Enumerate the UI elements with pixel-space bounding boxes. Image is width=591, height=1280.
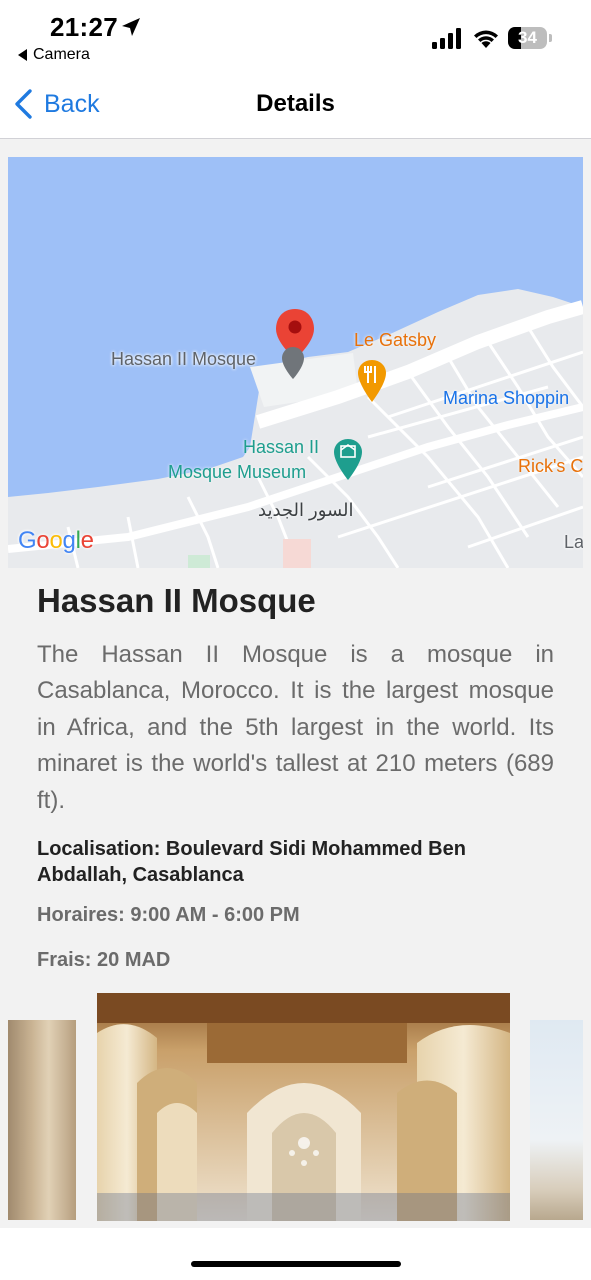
google-logo: Google: [18, 527, 94, 554]
home-indicator[interactable]: [191, 1261, 401, 1267]
back-app-label: Camera: [33, 46, 90, 63]
location-arrow-icon: [122, 18, 140, 36]
map-view[interactable]: Hassan II Mosque Le Gatsby Marina Shoppi…: [8, 157, 583, 568]
map-label-restaurant[interactable]: Le Gatsby: [354, 330, 436, 351]
cellular-signal-icon: [432, 28, 461, 49]
page-title: Details: [256, 90, 335, 117]
bottom-safe-area: [0, 1228, 591, 1280]
carousel-photo-next[interactable]: [530, 1020, 583, 1220]
map-label-ricks[interactable]: Rick's C: [518, 456, 583, 477]
map-label-museum-line2[interactable]: Mosque Museum: [168, 462, 306, 483]
map-label-shopping[interactable]: Marina Shoppin: [443, 388, 569, 409]
status-time: 21:27: [50, 12, 118, 42]
battery-icon: 34: [508, 27, 552, 51]
photo-carousel[interactable]: [0, 993, 591, 1221]
wifi-icon: [474, 30, 498, 48]
place-description: The Hassan II Mosque is a mosque in Casa…: [37, 641, 554, 814]
map-label-mosque[interactable]: Hassan II Mosque: [111, 349, 256, 370]
back-to-app-link[interactable]: Camera: [18, 46, 90, 64]
battery-level: 34: [518, 28, 537, 47]
map-label-arabic: السور الجديد: [258, 500, 354, 520]
place-hours: Horaires: 9:00 AM - 6:00 PM: [37, 904, 300, 926]
place-location: Localisation: Boulevard Sidi Mohammed Be…: [37, 838, 466, 886]
battery-body: 34: [508, 27, 547, 49]
navigation-bar: Back Details: [0, 72, 591, 139]
battery-nub: [549, 34, 552, 42]
map-label-museum-line1[interactable]: Hassan II: [243, 437, 319, 458]
carousel-photo-previous[interactable]: [8, 1020, 76, 1220]
status-bar: 21:27 Camera 34: [0, 0, 591, 72]
place-title: Hassan II Mosque: [37, 582, 316, 619]
back-triangle-icon: [18, 49, 27, 61]
map-label-edge: La: [564, 532, 583, 552]
mosque-interior-photo: [97, 993, 510, 1221]
place-fees: Frais: 20 MAD: [37, 949, 171, 971]
carousel-photo-current[interactable]: [97, 993, 510, 1221]
